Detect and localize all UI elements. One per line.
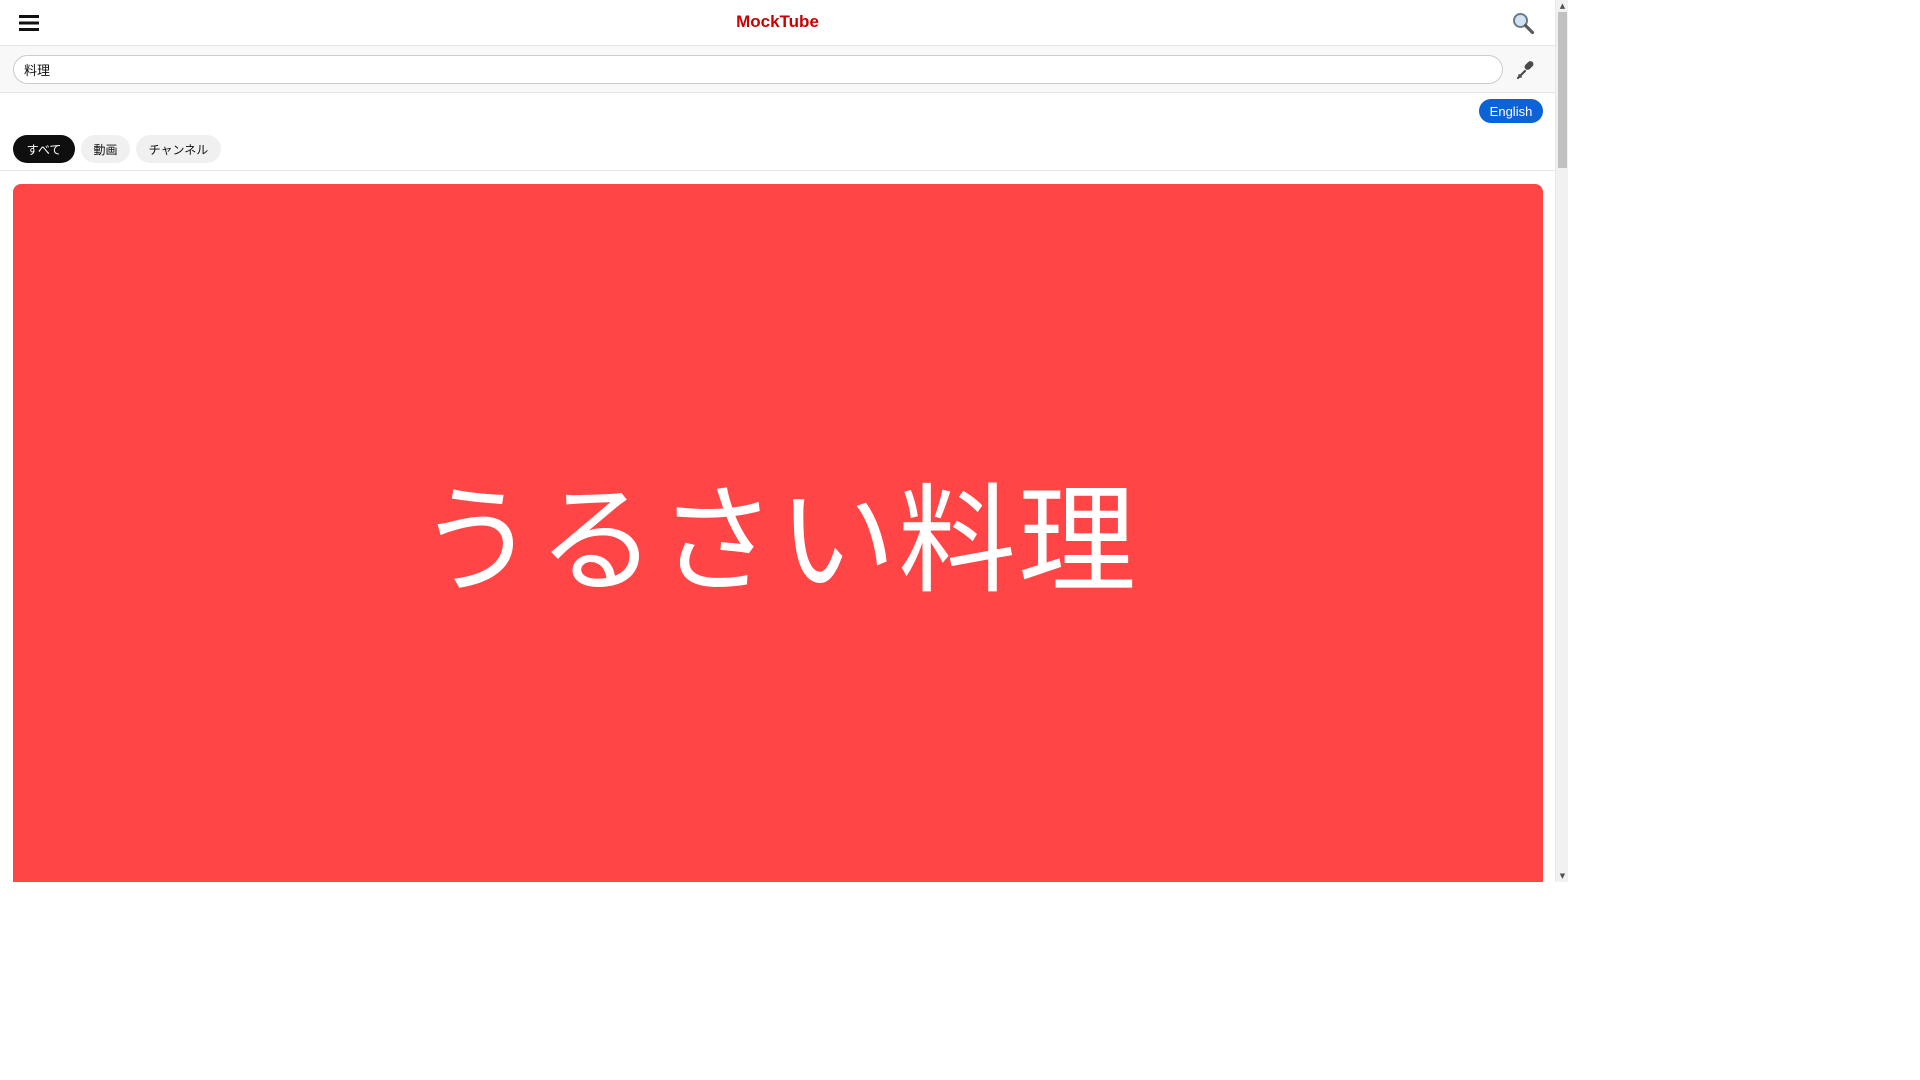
search-bar bbox=[0, 46, 1555, 93]
app-logo[interactable]: MockTube bbox=[0, 12, 1555, 32]
scrollbar-thumb[interactable] bbox=[1558, 12, 1567, 168]
filter-chips: すべて 動画 チャンネル bbox=[0, 135, 1555, 171]
language-toggle-button[interactable]: English bbox=[1479, 99, 1543, 123]
video-thumbnail[interactable]: うるさい料理 bbox=[13, 184, 1543, 882]
scroll-up-arrow-icon[interactable]: ▲ bbox=[1556, 0, 1568, 12]
thumbnail-title-text: うるさい料理 bbox=[417, 472, 1138, 610]
filter-chip-videos[interactable]: 動画 bbox=[81, 135, 130, 163]
search-button[interactable] bbox=[1508, 9, 1538, 37]
scroll-down-arrow-icon[interactable]: ▼ bbox=[1556, 870, 1568, 882]
vertical-scrollbar[interactable]: ▲ ▼ bbox=[1555, 0, 1568, 882]
page: MockTube English すべて 動画 チャンネル bbox=[0, 0, 1568, 882]
search-icon bbox=[1513, 13, 1535, 35]
search-input[interactable] bbox=[13, 55, 1503, 84]
microphone-icon bbox=[1516, 61, 1534, 80]
main-content: MockTube English すべて 動画 チャンネル bbox=[0, 0, 1555, 882]
voice-search-button[interactable] bbox=[1512, 56, 1540, 84]
filter-chip-all[interactable]: すべて bbox=[13, 135, 75, 163]
top-header: MockTube bbox=[0, 0, 1555, 46]
filter-chip-channels[interactable]: チャンネル bbox=[136, 135, 221, 163]
